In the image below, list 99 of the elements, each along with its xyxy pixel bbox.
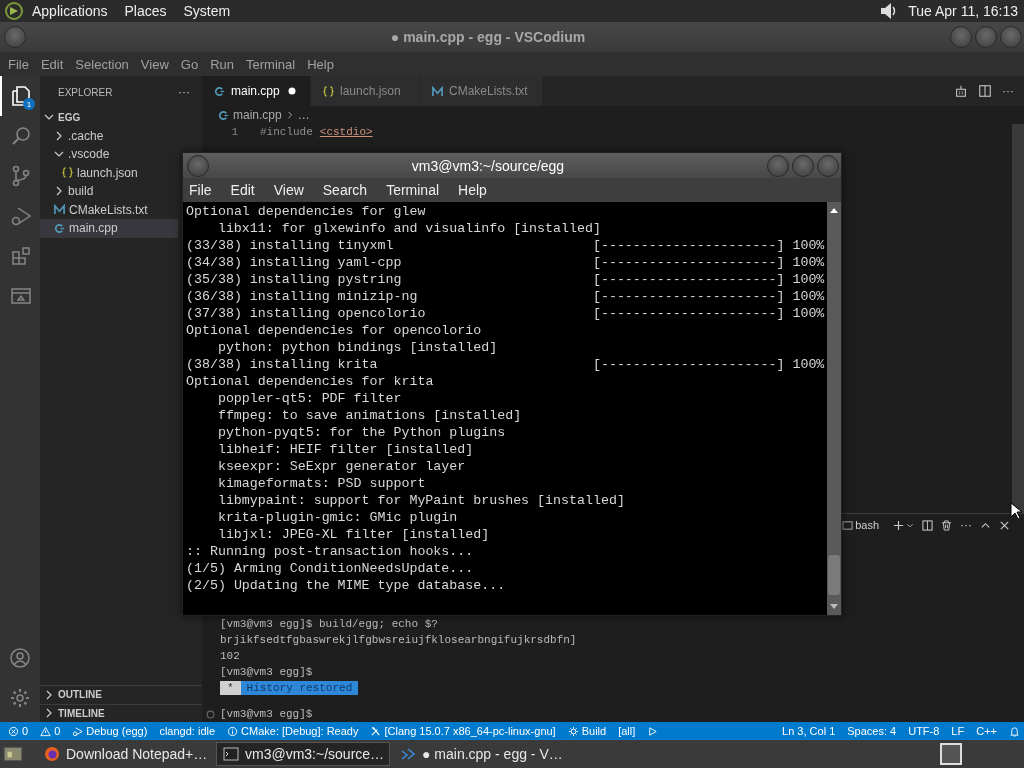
taskbar-button[interactable]: ● main.cpp - egg - V… bbox=[394, 742, 568, 766]
breadcrumb-item[interactable]: main.cpp bbox=[233, 108, 282, 122]
menu-item[interactable]: Help bbox=[458, 182, 487, 198]
terminal-line: poppler-qt5: PDF filter bbox=[217, 390, 402, 407]
terminal-line: kseexpr: SeExpr generator layer bbox=[217, 458, 466, 475]
terminal-line: python-pyqt5: for the Python plugins bbox=[217, 424, 506, 441]
progress-bar-text: [----------------------] bbox=[592, 305, 785, 322]
menu-item[interactable]: Terminal bbox=[240, 56, 302, 72]
terminal-line: kimageformats: PSD support bbox=[217, 475, 426, 492]
notification-badge: 1 bbox=[23, 98, 35, 110]
terminal-line: (34/38) installing yaml-cpp bbox=[186, 254, 403, 271]
menu-item[interactable]: File bbox=[2, 56, 35, 72]
status-item[interactable]: Debug (egg) bbox=[72, 725, 148, 737]
window-title: vm3@vm3:~/source/egg bbox=[410, 157, 566, 174]
menu-item[interactable]: File bbox=[189, 182, 212, 198]
menu-item[interactable]: Search bbox=[322, 182, 368, 198]
sidebar-title: EXPLORER bbox=[58, 86, 113, 98]
menu-item[interactable]: Run bbox=[204, 56, 240, 72]
menu-item[interactable]: View bbox=[134, 56, 175, 72]
terminal-line: [vm3@vm3 egg]$ bbox=[220, 666, 313, 678]
terminal-name[interactable]: bash bbox=[855, 519, 879, 531]
editor-tab[interactable]: launch.json bbox=[311, 76, 420, 106]
terminal-line: 102 bbox=[220, 650, 240, 662]
editor-tab[interactable]: CMakeLists.txt bbox=[420, 76, 543, 106]
progress-bar-text: [----------------------] bbox=[592, 288, 785, 305]
percent-text: 100% bbox=[792, 305, 825, 322]
more-actions-button[interactable]: ··· bbox=[1002, 84, 1014, 98]
progress-bar-text: [----------------------] bbox=[592, 271, 785, 288]
menu-item[interactable]: Edit bbox=[230, 182, 255, 198]
more-actions-button[interactable]: ··· bbox=[178, 85, 190, 99]
status-item[interactable]: C++ bbox=[976, 725, 997, 737]
status-item[interactable]: CMake: [Debug]: Ready bbox=[227, 725, 359, 737]
terminal-line: Optional dependencies for glew bbox=[186, 203, 426, 220]
progress-bar-text: [----------------------] bbox=[592, 254, 785, 271]
tree-item[interactable]: .cache bbox=[40, 126, 178, 145]
terminal-line: Optional dependencies for opencolorio bbox=[186, 322, 482, 339]
terminal-line: (2/5) Updating the MIME type database... bbox=[186, 577, 506, 594]
percent-text: 100% bbox=[792, 288, 825, 305]
percent-text: 100% bbox=[792, 237, 825, 254]
terminal-line: [vm3@vm3 egg]$ bbox=[220, 708, 313, 720]
taskbar-button[interactable]: vm3@vm3:~/source… bbox=[216, 742, 390, 766]
editor-tab[interactable]: main.cpp bbox=[202, 76, 311, 106]
terminal-line: libjxl: JPEG-XL filter [installed] bbox=[217, 526, 490, 543]
progress-bar-text: [----------------------] bbox=[592, 356, 785, 373]
terminal-line: krita-plugin-gmic: GMic plugin bbox=[217, 509, 458, 526]
code-token: <cstdio> bbox=[319, 126, 373, 138]
status-item[interactable]: [Clang 15.0.7 x86_64-pc-linux-gnu] bbox=[370, 725, 556, 737]
terminal-line: (1/5) Arming ConditionNeedsUpdate... bbox=[186, 560, 474, 577]
taskbar-button[interactable]: Download Notepad+… bbox=[38, 742, 212, 766]
terminal-line: Optional dependencies for krita bbox=[186, 373, 434, 390]
terminal-line: brjikfsedtfgbaswrekjlfgbwsreiujfklosearbngifujkrsdbfn] bbox=[220, 634, 577, 646]
folder-header[interactable]: EGG bbox=[40, 108, 178, 127]
terminal-line: (35/38) installing pystring bbox=[186, 271, 403, 288]
line-number: 1 bbox=[230, 126, 238, 138]
progress-bar-text: [----------------------] bbox=[592, 237, 785, 254]
tree-item[interactable]: build bbox=[40, 182, 178, 201]
status-item[interactable]: LF bbox=[951, 725, 965, 737]
menu-item[interactable]: Help bbox=[301, 56, 340, 72]
tree-item[interactable]: launch.json bbox=[40, 163, 178, 182]
tree-item[interactable]: CMakeLists.txt bbox=[40, 200, 178, 219]
terminal-line: (37/38) installing opencolorio bbox=[186, 305, 427, 322]
percent-text: 100% bbox=[792, 254, 825, 271]
terminal-line: (33/38) installing tinyxml bbox=[186, 237, 395, 254]
status-item[interactable]: UTF-8 bbox=[908, 725, 940, 737]
terminal-line: ffmpeg: to save animations [installed] bbox=[217, 407, 522, 424]
window-title: ● main.cpp - egg - VSCodium bbox=[389, 29, 587, 45]
terminal-line: libmypaint: support for MyPaint brushes [installed] bbox=[217, 492, 625, 509]
status-item[interactable]: 0 bbox=[8, 725, 29, 737]
menu-item[interactable]: View bbox=[273, 182, 304, 198]
status-item[interactable]: clangd: idle bbox=[159, 725, 216, 737]
menu-item[interactable]: Selection bbox=[69, 56, 135, 72]
panel-menu[interactable]: Applications bbox=[32, 3, 108, 19]
breadcrumb-item[interactable]: … bbox=[297, 108, 310, 122]
panel-menu[interactable]: Places bbox=[124, 3, 167, 19]
terminal-line: python: python bindings [installed] bbox=[217, 339, 498, 356]
more-actions-button[interactable]: ··· bbox=[960, 518, 972, 532]
terminal-line: (38/38) installing krita bbox=[186, 356, 379, 373]
tree-item[interactable]: main.cpp bbox=[40, 219, 178, 238]
panel-menu[interactable]: System bbox=[183, 3, 231, 19]
menu-item[interactable]: Edit bbox=[34, 56, 70, 72]
tree-item[interactable]: .vscode bbox=[40, 145, 178, 164]
status-item[interactable]: Spaces: 4 bbox=[847, 725, 897, 737]
menu-item[interactable]: Terminal bbox=[386, 182, 440, 198]
terminal-line: libx11: for glxewinfo and visualinfo [installed] bbox=[217, 220, 601, 237]
terminal-line: libheif: HEIF filter [installed] bbox=[217, 441, 474, 458]
terminal-line: [vm3@vm3 egg]$ build/egg; echo $? bbox=[220, 618, 438, 630]
terminal-line: :: Running post-transaction hooks... bbox=[186, 543, 474, 560]
percent-text: 100% bbox=[792, 271, 825, 288]
status-item[interactable]: Ln 3, Col 1 bbox=[782, 725, 836, 737]
status-item[interactable]: 0 bbox=[40, 725, 61, 737]
terminal-line: (36/38) installing minizip-ng bbox=[186, 288, 419, 305]
menu-item[interactable]: Go bbox=[174, 56, 205, 72]
banner-mark: * bbox=[220, 681, 241, 695]
status-item[interactable]: Build bbox=[567, 725, 607, 737]
clock[interactable]: Tue Apr 11, 16:13 bbox=[908, 3, 1018, 19]
code-token: #include bbox=[260, 126, 313, 138]
history-banner: History restored bbox=[240, 681, 359, 695]
percent-text: 100% bbox=[792, 356, 825, 373]
status-item[interactable]: [all] bbox=[618, 725, 636, 737]
